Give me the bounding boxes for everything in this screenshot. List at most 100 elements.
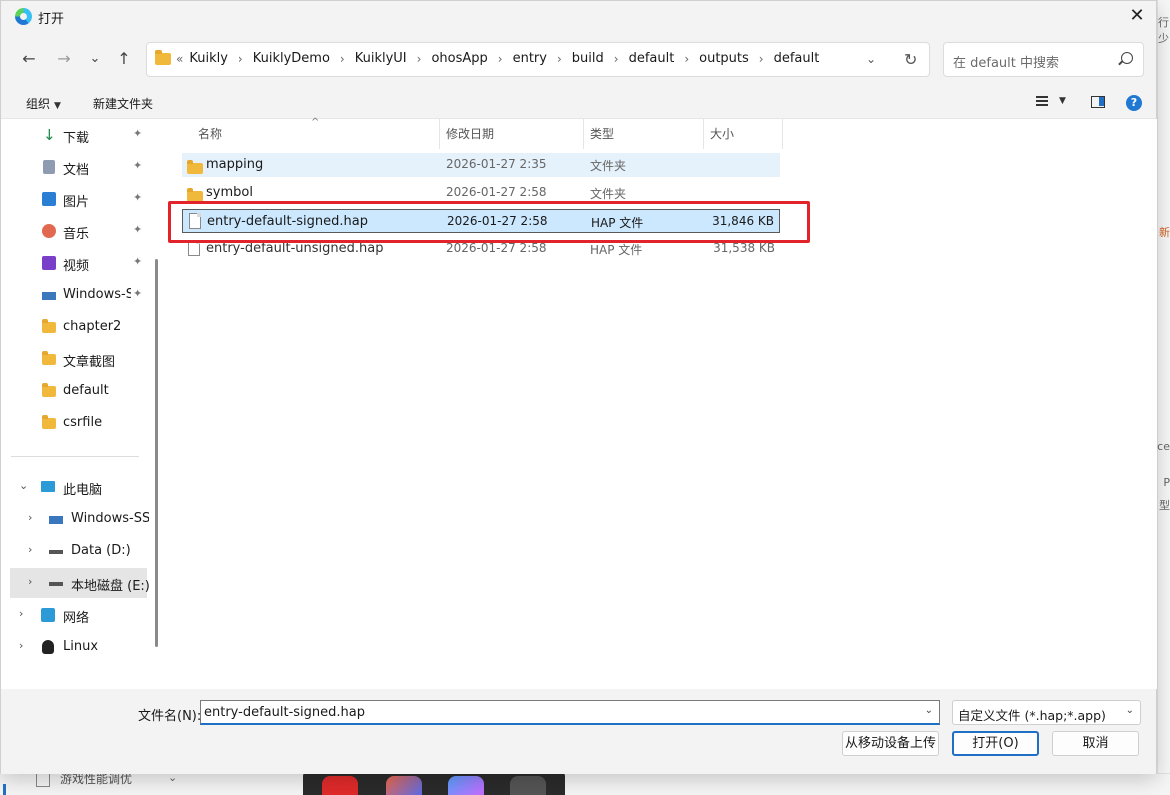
column-header-date[interactable]: 修改日期 [446,125,494,142]
column-divider[interactable] [703,119,704,149]
overflow-icon[interactable]: « [176,52,183,66]
sidebar-item-network[interactable]: › 网络 [1,600,149,630]
open-button[interactable]: 打开(O) [952,731,1039,756]
bg-fragment: 型 [1159,499,1170,512]
pin-icon[interactable]: ✦ [133,159,142,172]
sidebar-item-downloads[interactable]: ↓ 下载 ✦ [1,120,149,150]
sidebar-item-screenshots[interactable]: 文章截图 [1,344,149,374]
sidebar-item-label: Linux [63,639,99,654]
upload-from-mobile-button[interactable]: 从移动设备上传 [842,731,939,756]
sidebar-item-windows-ssd[interactable]: Windows-SSD ✦ [1,280,149,310]
back-icon[interactable]: ← [18,48,40,70]
sidebar-item-chapter2[interactable]: chapter2 [1,312,149,342]
chevron-down-icon[interactable]: ⌄ [19,479,28,492]
separator-icon[interactable]: › [498,52,503,66]
file-name: mapping [206,157,264,172]
column-header-name[interactable]: 名称 [198,125,222,142]
breadcrumb-item[interactable]: outputs [699,51,749,66]
separator-icon[interactable]: › [417,52,422,66]
forward-icon[interactable]: → [53,48,75,70]
refresh-icon[interactable]: ↻ [904,50,917,69]
search-input[interactable]: 在 default 中搜索 [943,42,1144,77]
new-folder-button[interactable]: 新建文件夹 [93,95,153,112]
filter-value: 自定义文件 (*.hap;*.app) [958,708,1106,723]
pin-icon[interactable]: ✦ [133,223,142,236]
sidebar-scrollbar[interactable] [155,259,158,647]
file-type-filter-select[interactable]: 自定义文件 (*.hap;*.app) ⌄ [952,700,1141,725]
chevron-right-icon[interactable]: › [28,575,32,588]
sidebar-item-drive-e[interactable]: › 本地磁盘 (E:) [10,568,150,598]
chevron-down-icon[interactable]: ⌄ [925,705,933,716]
sidebar-item-drive-d[interactable]: › Data (D:) [1,536,149,566]
pin-icon[interactable]: ✦ [133,191,142,204]
chevron-down-icon[interactable]: ⌄ [866,52,876,66]
sidebar-item-pictures[interactable]: 图片 ✦ [1,184,149,214]
filename-field[interactable]: entry-default-signed.hap ⌄ [200,700,940,725]
background-side-panel: 行少 新 ce P 型 [1157,0,1170,795]
title-bar: 打开 ✕ [1,1,1156,31]
drive-icon [49,550,63,554]
up-icon[interactable]: ↑ [113,48,135,70]
preview-pane-icon[interactable] [1091,96,1105,108]
cancel-button[interactable]: 取消 [1052,731,1139,756]
caret-down-icon[interactable]: ▼ [1059,96,1066,106]
breadcrumb-item[interactable]: build [572,51,604,66]
view-list-icon[interactable] [1036,96,1048,106]
sidebar-item-label: default [63,383,109,398]
chevron-right-icon[interactable]: › [19,639,23,652]
sidebar-item-drive-c[interactable]: › Windows-SSD (C:) [1,504,149,534]
separator-icon[interactable]: › [684,52,689,66]
list-item-mapping[interactable]: mapping 2026-01-27 2:35 文件夹 [182,153,780,177]
breadcrumb-item[interactable]: KuiklyUI [355,51,407,66]
breadcrumb-item[interactable]: Kuikly [189,51,228,66]
file-date: 2026-01-27 2:35 [446,157,547,171]
sidebar-item-csrfile[interactable]: csrfile [1,408,149,438]
address-bar[interactable]: « Kuikly › KuiklyDemo › KuiklyUI › ohosA… [146,42,930,77]
column-divider[interactable] [583,119,584,149]
help-icon[interactable]: ? [1126,95,1142,111]
close-icon[interactable]: ✕ [1126,5,1148,27]
column-header-size[interactable]: 大小 [710,125,734,142]
sidebar-item-label: 网络 [63,611,90,626]
breadcrumb-item[interactable]: default [774,51,820,66]
breadcrumb-item[interactable]: ohosApp [431,51,487,66]
column-header-type[interactable]: 类型 [590,125,614,142]
recent-locations-chevron-icon[interactable]: ⌄ [84,48,106,70]
chevron-right-icon[interactable]: › [28,511,32,524]
sidebar-item-label: 文档 [63,163,90,178]
organize-button[interactable]: 组织 ▼ [26,95,61,112]
separator-icon[interactable]: › [238,52,243,66]
navigation-bar: ← → ⌄ ↑ « Kuikly › KuiklyDemo › KuiklyUI… [1,31,1156,87]
search-icon[interactable] [1121,52,1133,64]
sidebar-item-documents[interactable]: 文档 ✦ [1,152,149,182]
network-icon [41,608,55,622]
sidebar-item-linux[interactable]: › Linux [1,632,149,662]
videos-icon [42,256,56,270]
separator-icon[interactable]: › [557,52,562,66]
separator-icon[interactable]: › [614,52,619,66]
column-divider[interactable] [782,119,783,149]
app-store-icon[interactable] [322,776,358,795]
pin-icon[interactable]: ✦ [133,287,142,300]
breadcrumb-item[interactable]: KuiklyDemo [253,51,330,66]
drive-icon [42,292,56,300]
pin-icon[interactable]: ✦ [133,127,142,140]
app-icon[interactable] [448,776,484,795]
pin-icon[interactable]: ✦ [133,255,142,268]
separator-icon[interactable]: › [759,52,764,66]
bg-fragment: P [1163,476,1170,489]
sidebar-item-default[interactable]: default [1,376,149,406]
sidebar-item-music[interactable]: 音乐 ✦ [1,216,149,246]
app-icon[interactable] [386,776,422,795]
breadcrumb-item[interactable]: default [629,51,675,66]
chevron-right-icon[interactable]: › [19,607,23,620]
sidebar-item-label: 图片 [63,195,90,210]
breadcrumb-item[interactable]: entry [513,51,547,66]
chevron-right-icon[interactable]: › [28,543,32,556]
sidebar-item-this-pc[interactable]: ⌄ 此电脑 [1,472,149,502]
music-icon [42,224,56,238]
separator-icon[interactable]: › [340,52,345,66]
sidebar-item-videos[interactable]: 视频 ✦ [1,248,149,278]
column-divider[interactable] [439,119,440,149]
settings-icon[interactable] [510,776,546,795]
